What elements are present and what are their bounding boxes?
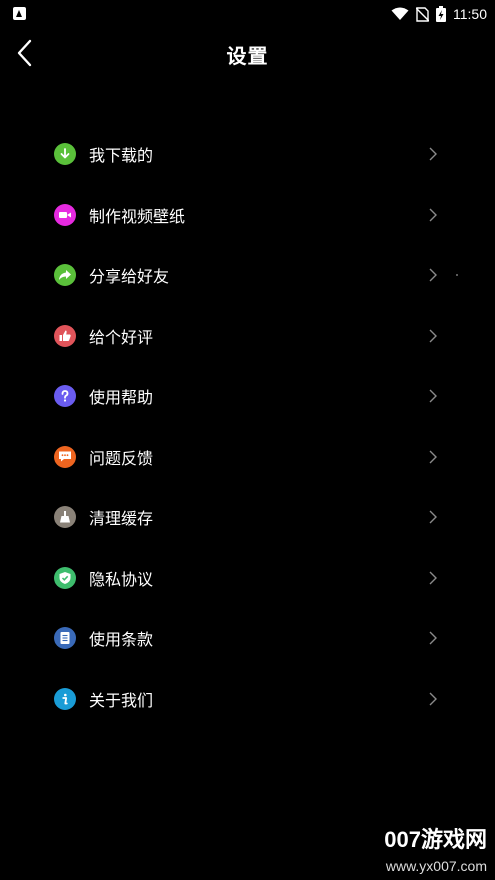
chevron-right-icon: [429, 571, 437, 585]
status-bar: 11:50: [0, 0, 495, 28]
chevron-right-icon: [429, 631, 437, 645]
chevron-right-icon: [429, 268, 437, 282]
menu-item-help[interactable]: 使用帮助: [0, 366, 495, 427]
shield-icon: [54, 566, 76, 589]
menu-item-label: 给个好评: [89, 327, 154, 347]
clock: 11:50: [453, 6, 487, 22]
chevron-right-icon: [429, 510, 437, 524]
watermark-logo: 007游戏网: [384, 827, 487, 852]
menu-item-label: 隐私协议: [89, 569, 154, 589]
download-icon: [54, 143, 76, 166]
menu-item-privacy[interactable]: 隐私协议: [0, 548, 495, 609]
menu-item-clear-cache[interactable]: 清理缓存: [0, 487, 495, 548]
wifi-icon: [391, 7, 409, 20]
menu-item-label: 问题反馈: [89, 448, 154, 468]
menu-item-terms[interactable]: 使用条款: [0, 608, 495, 669]
menu-item-downloads[interactable]: 我下载的: [0, 124, 495, 185]
decorative-dot: [456, 274, 458, 276]
chevron-right-icon: [429, 450, 437, 464]
menu-item-feedback[interactable]: 问题反馈: [0, 427, 495, 488]
info-icon: [54, 687, 76, 710]
video-camera-icon: [54, 203, 76, 226]
battery-charging-icon: [436, 6, 446, 22]
menu-item-share[interactable]: 分享给好友: [0, 245, 495, 306]
app-header: 设置: [0, 28, 495, 78]
menu-item-make-video-wallpaper[interactable]: 制作视频壁纸: [0, 185, 495, 246]
menu-item-label: 使用条款: [89, 630, 154, 650]
menu-item-rate[interactable]: 给个好评: [0, 306, 495, 367]
settings-list: 我下载的 制作视频壁纸 分享给好友 给个好评 使用帮助 问题反馈 清理缓存 隐私…: [0, 124, 495, 729]
chevron-right-icon: [429, 692, 437, 706]
menu-item-label: 制作视频壁纸: [89, 206, 186, 226]
share-icon: [54, 264, 76, 287]
feedback-icon: [54, 445, 76, 468]
menu-item-label: 分享给好友: [89, 267, 170, 287]
menu-item-label: 我下载的: [89, 146, 154, 166]
chevron-right-icon: [429, 208, 437, 222]
page-title: 设置: [226, 44, 269, 68]
document-icon: [54, 627, 76, 650]
menu-item-about[interactable]: 关于我们: [0, 669, 495, 730]
menu-item-label: 清理缓存: [89, 509, 154, 529]
help-icon: [54, 385, 76, 408]
menu-item-label: 使用帮助: [89, 388, 154, 408]
app-notification-icon: [13, 7, 26, 20]
chevron-right-icon: [429, 147, 437, 161]
chevron-right-icon: [429, 329, 437, 343]
no-sim-icon: [416, 6, 429, 22]
menu-item-label: 关于我们: [89, 690, 154, 710]
status-icons: 11:50: [391, 4, 487, 24]
chevron-right-icon: [429, 389, 437, 403]
broom-icon: [54, 506, 76, 529]
watermark-url: www.yx007.com: [385, 858, 487, 874]
thumbs-up-icon: [54, 324, 76, 347]
